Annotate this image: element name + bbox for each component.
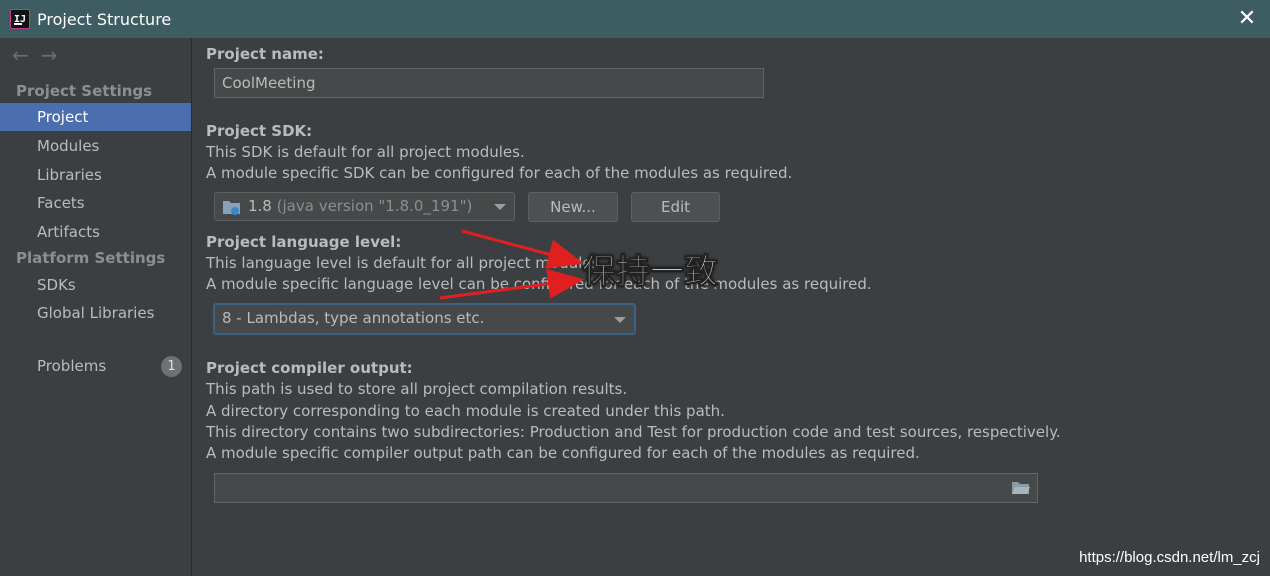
window-title: Project Structure xyxy=(37,10,172,29)
edit-sdk-button[interactable]: Edit xyxy=(631,192,720,222)
new-sdk-button[interactable]: New... xyxy=(528,192,618,222)
sdk-version-detail: (java version "1.8.0_191") xyxy=(276,197,473,215)
project-settings-panel: Project name: CoolMeeting Project SDK: T… xyxy=(193,38,1270,576)
sdk-description-2: A module specific SDK can be configured … xyxy=(206,164,793,182)
back-arrow-icon[interactable]: ← xyxy=(12,44,29,66)
section-heading-platform-settings: Platform Settings xyxy=(16,249,166,267)
project-sdk-label: Project SDK: xyxy=(206,122,313,140)
sidebar: ← → Project Settings Project Modules Lib… xyxy=(0,38,192,576)
compiler-description-2: A directory corresponding to each module… xyxy=(206,402,725,420)
language-level-value: 8 - Lambdas, type annotations etc. xyxy=(222,309,485,327)
sdk-folder-icon xyxy=(223,200,240,215)
sidebar-item-problems[interactable]: Problems 1 xyxy=(0,352,191,380)
sidebar-item-sdks[interactable]: SDKs xyxy=(0,271,191,299)
sdk-select[interactable]: 1.8 (java version "1.8.0_191") xyxy=(214,192,515,221)
sidebar-item-label: Modules xyxy=(37,137,100,155)
compiler-output-input[interactable] xyxy=(214,473,1038,503)
sidebar-item-label: Project xyxy=(37,108,89,126)
sidebar-item-facets[interactable]: Facets xyxy=(0,189,191,217)
project-name-label: Project name: xyxy=(206,45,324,63)
language-level-label: Project language level: xyxy=(206,233,402,251)
compiler-output-label: Project compiler output: xyxy=(206,359,413,377)
compiler-description-1: This path is used to store all project c… xyxy=(206,380,628,398)
sidebar-item-label: Global Libraries xyxy=(37,304,155,322)
sidebar-item-libraries[interactable]: Libraries xyxy=(0,161,191,189)
title-bar: IJ Project Structure ✕ xyxy=(0,0,1270,38)
sidebar-item-label: Facets xyxy=(37,194,85,212)
project-name-input[interactable]: CoolMeeting xyxy=(214,68,764,98)
annotation-text: 保持一致 xyxy=(582,252,719,293)
sidebar-item-label: Problems xyxy=(37,357,107,375)
chevron-down-icon xyxy=(494,204,506,210)
compiler-description-4: A module specific compiler output path c… xyxy=(206,444,920,462)
sidebar-item-label: SDKs xyxy=(37,276,76,294)
watermark: https://blog.csdn.net/lm_zcj xyxy=(1079,549,1260,566)
chevron-down-icon xyxy=(614,317,626,323)
compiler-description-3: This directory contains two subdirectori… xyxy=(206,423,1061,441)
sidebar-item-global-libraries[interactable]: Global Libraries xyxy=(0,299,191,327)
sidebar-item-label: Artifacts xyxy=(37,223,100,241)
section-heading-project-settings: Project Settings xyxy=(16,82,153,100)
language-level-select[interactable]: 8 - Lambdas, type annotations etc. xyxy=(213,303,636,335)
sidebar-item-artifacts[interactable]: Artifacts xyxy=(0,218,191,246)
sdk-version: 1.8 xyxy=(248,197,272,215)
sidebar-item-label: Libraries xyxy=(37,166,102,184)
language-level-description-1: This language level is default for all p… xyxy=(206,254,605,272)
sidebar-item-modules[interactable]: Modules xyxy=(0,132,191,160)
language-level-description-2: A module specific language level can be … xyxy=(206,275,872,293)
sdk-description-1: This SDK is default for all project modu… xyxy=(206,143,525,161)
nav-arrows: ← → xyxy=(12,44,58,66)
problems-count-badge: 1 xyxy=(161,356,182,377)
sidebar-item-project[interactable]: Project xyxy=(0,103,191,131)
intellij-logo-icon: IJ xyxy=(10,9,30,29)
browse-folder-icon[interactable] xyxy=(1011,480,1031,496)
forward-arrow-icon[interactable]: → xyxy=(41,44,58,66)
close-icon[interactable]: ✕ xyxy=(1234,6,1260,32)
